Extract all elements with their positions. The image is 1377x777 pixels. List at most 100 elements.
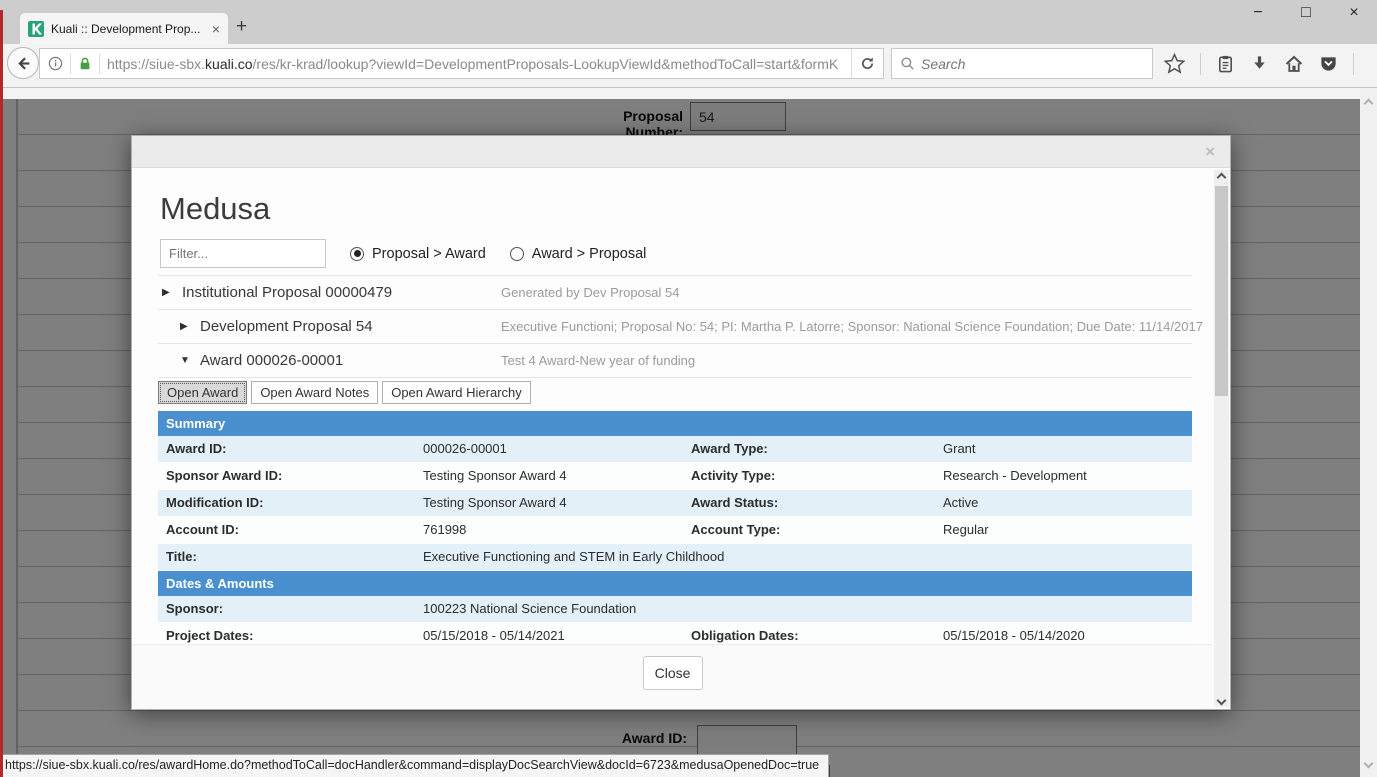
- bookmark-star-icon[interactable]: [1164, 53, 1185, 74]
- field-value: Grant: [943, 436, 1192, 462]
- tree-node-description: Test 4 Award-New year of funding: [501, 353, 695, 368]
- field-label: Obligation Dates:: [683, 623, 943, 644]
- tab-close-icon[interactable]: ×: [212, 21, 220, 37]
- back-arrow-icon: [15, 55, 32, 72]
- toolbar-separator: [1200, 53, 1201, 75]
- field-label: Award Status:: [683, 490, 943, 516]
- table-row: Sponsor Award ID:Testing Sponsor Award 4…: [158, 463, 1192, 490]
- modal-content: Medusa Proposal > AwardAward > Proposal …: [132, 168, 1213, 644]
- award-actions: Open AwardOpen Award NotesOpen Award Hie…: [158, 381, 1213, 405]
- url-bar[interactable]: https://siue-sbx.kuali.co/res/kr-krad/lo…: [39, 48, 884, 79]
- tree-row[interactable]: ▶Development Proposal 54Executive Functi…: [158, 309, 1192, 343]
- field-label: Sponsor:: [158, 596, 423, 622]
- tree-row[interactable]: ▶ Institutional Proposal 00000479 Generate…: [158, 275, 1192, 309]
- field-value: 100223 National Science Foundation: [423, 596, 1192, 622]
- expand-icon[interactable]: ▶: [180, 321, 194, 332]
- field-value: 05/15/2018 - 05/14/2020: [943, 623, 1192, 644]
- toolbar-icons: [1164, 48, 1369, 79]
- tree-node-label[interactable]: Development Proposal 54: [200, 318, 373, 335]
- medusa-title: Medusa: [160, 191, 1213, 227]
- back-button[interactable]: [7, 47, 39, 79]
- reload-button[interactable]: [851, 49, 883, 78]
- table-row: Account ID:761998Account Type:Regular: [158, 517, 1192, 544]
- tab-title: Kuali :: Development Prop...: [51, 22, 206, 36]
- downloads-icon[interactable]: [1250, 54, 1269, 73]
- medusa-radio-group: Proposal > Award Award > Proposal: [350, 246, 646, 262]
- tree-row[interactable]: ▼ Award 000026-00001 Test 4 Award-New year…: [158, 343, 1192, 377]
- info-icon[interactable]: [48, 56, 63, 71]
- field-value: Testing Sponsor Award 4: [423, 463, 683, 489]
- collapse-icon[interactable]: ▼: [180, 355, 194, 366]
- kuali-favicon-icon: [28, 21, 44, 37]
- close-button[interactable]: Close: [643, 656, 703, 690]
- tree-node-label[interactable]: Award 000026-00001: [200, 352, 343, 369]
- field-label: Award ID:: [158, 436, 423, 462]
- radio-proposal-award[interactable]: Proposal > Award: [350, 246, 486, 262]
- table-row: Sponsor:100223 National Science Foundati…: [158, 596, 1192, 623]
- table-row: Title:Executive Functioning and STEM in …: [158, 544, 1192, 571]
- minimize-button[interactable]: −: [1249, 4, 1267, 22]
- modal-scroll-thumb[interactable]: [1215, 186, 1228, 396]
- modal-scrollbar[interactable]: [1214, 170, 1229, 707]
- radio-label: Proposal > Award: [372, 246, 486, 262]
- radio-award-proposal[interactable]: Award > Proposal: [510, 246, 647, 262]
- field-label: Title:: [158, 544, 423, 570]
- table-row: Project Dates:05/15/2018 - 05/14/2021Obl…: [158, 623, 1192, 644]
- field-value: Regular: [943, 517, 1192, 543]
- radio-unselected-icon[interactable]: [510, 247, 524, 261]
- search-input[interactable]: [921, 56, 1121, 72]
- section-header: Summary: [158, 411, 1192, 436]
- browser-titlebar: − □ × Kuali :: Development Prop... × +: [0, 0, 1377, 44]
- maximize-button[interactable]: □: [1297, 4, 1315, 22]
- field-label: Sponsor Award ID:: [158, 463, 423, 489]
- field-value: 05/15/2018 - 05/14/2021: [423, 623, 683, 644]
- bookmarks-clipboard-icon[interactable]: [1216, 54, 1235, 74]
- filter-input[interactable]: [160, 239, 326, 268]
- field-value: Testing Sponsor Award 4: [423, 490, 683, 516]
- search-icon: [900, 56, 915, 71]
- urlbar-separator: [99, 54, 100, 74]
- browser-tab[interactable]: Kuali :: Development Prop... ×: [20, 13, 228, 44]
- medusa-tree: ▶ Institutional Proposal 00000479 Generate…: [158, 275, 1192, 378]
- award-detail-table: SummaryAward ID:000026-00001Award Type:G…: [158, 411, 1192, 644]
- field-value: 761998: [423, 517, 683, 543]
- table-row: Award ID:000026-00001Award Type:Grant: [158, 436, 1192, 463]
- modal-footer: Close: [132, 644, 1213, 709]
- radio-selected-icon[interactable]: [350, 247, 364, 261]
- browser-scrollbar[interactable]: [1360, 88, 1377, 777]
- url-text[interactable]: https://siue-sbx.kuali.co/res/kr-krad/lo…: [107, 56, 851, 72]
- tree-node-description: Executive Functioni; Proposal No: 54; PI…: [501, 319, 1203, 334]
- field-label: Account Type:: [683, 517, 943, 543]
- expand-icon[interactable]: ▶: [162, 287, 176, 298]
- field-label: Account ID:: [158, 517, 423, 543]
- medusa-modal: × Medusa Proposal > Award Award > Proposa…: [131, 135, 1231, 710]
- open-award-button[interactable]: Open Award: [158, 381, 247, 404]
- field-value: 000026-00001: [423, 436, 683, 462]
- pocket-icon[interactable]: [1319, 54, 1338, 73]
- open-award-notes-button[interactable]: Open Award Notes: [251, 381, 378, 404]
- lock-icon[interactable]: [78, 56, 92, 71]
- modal-close-icon[interactable]: ×: [1205, 142, 1215, 162]
- new-tab-button[interactable]: +: [236, 16, 247, 38]
- window-controls: − □ ×: [1249, 4, 1363, 22]
- field-label: Modification ID:: [158, 490, 423, 516]
- table-row: Modification ID:Testing Sponsor Award 4A…: [158, 490, 1192, 517]
- tree-node-description: Generated by Dev Proposal 54: [501, 285, 680, 300]
- open-award-hierarchy-button[interactable]: Open Award Hierarchy: [382, 381, 531, 404]
- field-value: Executive Functioning and STEM in Early …: [423, 544, 1192, 570]
- field-value: Active: [943, 490, 1192, 516]
- section-header: Dates & Amounts: [158, 571, 1192, 596]
- scroll-down-icon[interactable]: [1364, 759, 1374, 769]
- field-value: Research - Development: [943, 463, 1192, 489]
- window-close-button[interactable]: ×: [1345, 4, 1363, 22]
- search-bar[interactable]: [891, 48, 1153, 79]
- scroll-up-icon[interactable]: [1364, 99, 1374, 109]
- tree-node-label[interactable]: Institutional Proposal 00000479: [182, 284, 392, 301]
- toolbar-separator: [1353, 53, 1354, 75]
- field-label: Activity Type:: [683, 463, 943, 489]
- status-url-tooltip: https://siue-sbx.kuali.co/res/awardHome.…: [0, 754, 829, 777]
- modal-scroll-down-icon[interactable]: [1217, 696, 1227, 706]
- home-icon[interactable]: [1284, 54, 1304, 74]
- modal-titlebar: ×: [132, 136, 1230, 168]
- modal-scroll-up-icon[interactable]: [1217, 173, 1227, 183]
